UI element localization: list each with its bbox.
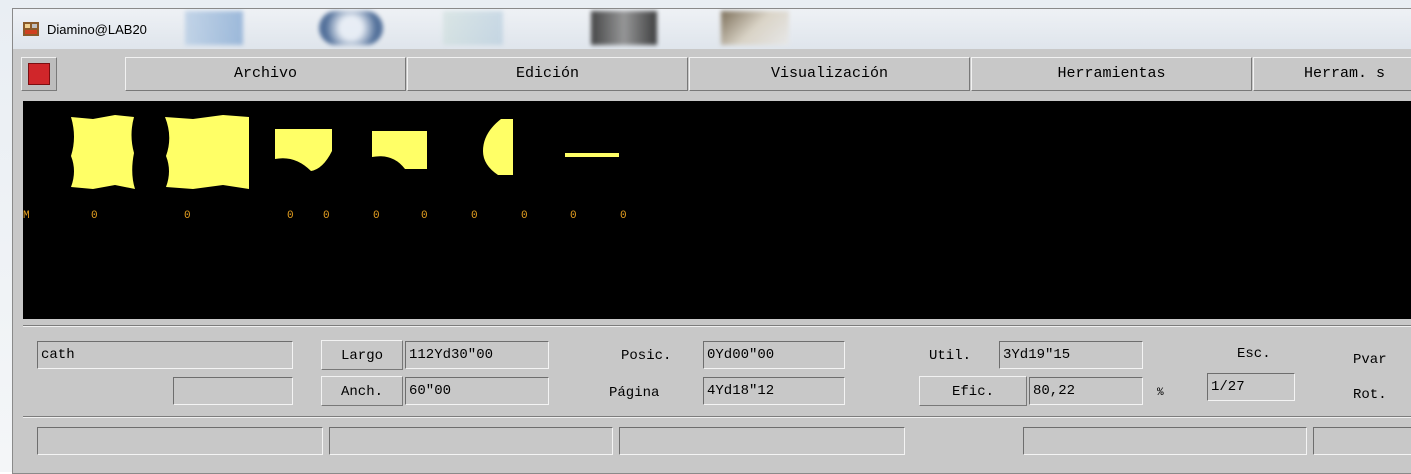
util-value: 3Yd19"15 — [999, 341, 1143, 369]
menu-herramientas[interactable]: Herramientas — [971, 57, 1252, 91]
pvar-label: Pvar — [1353, 352, 1387, 368]
posic-value: 0Yd00"00 — [703, 341, 845, 369]
anch-button[interactable]: Anch. — [321, 376, 403, 406]
background-app-thumbnail — [319, 11, 383, 45]
pattern-pieces — [71, 115, 619, 189]
menu-herram-2[interactable]: Herram. s — [1253, 57, 1411, 91]
pagina-label: Página — [609, 385, 660, 401]
bottom-field[interactable] — [37, 427, 323, 455]
bottom-field[interactable] — [1313, 427, 1411, 455]
pattern-piece — [275, 129, 332, 171]
secondary-name-field[interactable] — [173, 377, 293, 405]
piece-count: 0 — [184, 210, 191, 222]
pattern-piece — [165, 115, 249, 189]
piece-count: 0 — [620, 210, 627, 222]
bottom-field[interactable] — [1023, 427, 1307, 455]
background-app-thumbnail — [591, 11, 657, 45]
pattern-piece — [565, 153, 619, 157]
menu-visualizacion[interactable]: Visualización — [689, 57, 970, 91]
menu-bar: Archivo Edición Visualización Herramient… — [13, 53, 1411, 97]
marker-label: M — [23, 210, 30, 222]
esc-value: 1/27 — [1207, 373, 1295, 401]
title-bar: Diamino@LAB20 — [13, 9, 1411, 49]
efic-button[interactable]: Efic. — [919, 376, 1027, 406]
bottom-field[interactable] — [619, 427, 905, 455]
pattern-piece — [483, 119, 513, 175]
piece-count: 0 — [323, 210, 330, 222]
posic-label: Posic. — [621, 348, 672, 364]
background-app-thumbnail — [443, 11, 503, 45]
menu-edicion[interactable]: Edición — [407, 57, 688, 91]
efic-value: 80,22 — [1029, 377, 1143, 405]
app-logo-icon[interactable] — [21, 57, 57, 91]
percent-sign: % — [1157, 387, 1164, 399]
pagina-value: 4Yd18"12 — [703, 377, 845, 405]
pattern-piece — [71, 115, 135, 189]
application-window: Diamino@LAB20 Archivo Edición Visualizac… — [12, 8, 1411, 474]
divider — [23, 416, 1411, 418]
rot-label: Rot. — [1353, 387, 1387, 403]
anch-value: 60"00 — [405, 377, 549, 405]
piece-count: 0 — [570, 210, 577, 222]
largo-button[interactable]: Largo — [321, 340, 403, 370]
pattern-piece — [372, 131, 427, 169]
divider — [23, 325, 1411, 327]
util-label: Util. — [929, 348, 972, 364]
piece-count: 0 — [373, 210, 380, 222]
piece-count: 0 — [521, 210, 528, 222]
background-app-thumbnail — [185, 11, 243, 45]
marker-canvas[interactable]: M 0 0 0 0 0 0 0 0 0 0 — [23, 101, 1411, 319]
piece-count: 0 — [287, 210, 294, 222]
window-title: Diamino@LAB20 — [47, 22, 147, 37]
largo-value: 112Yd30"00 — [405, 341, 549, 369]
piece-count: 0 — [421, 210, 428, 222]
piece-count: 0 — [471, 210, 478, 222]
menu-archivo[interactable]: Archivo — [125, 57, 406, 91]
piece-count: 0 — [91, 210, 98, 222]
marker-name-field[interactable]: cath — [37, 341, 293, 369]
esc-label: Esc. — [1237, 346, 1271, 362]
bottom-field[interactable] — [329, 427, 613, 455]
app-icon — [23, 22, 39, 36]
background-app-thumbnail — [721, 11, 789, 45]
